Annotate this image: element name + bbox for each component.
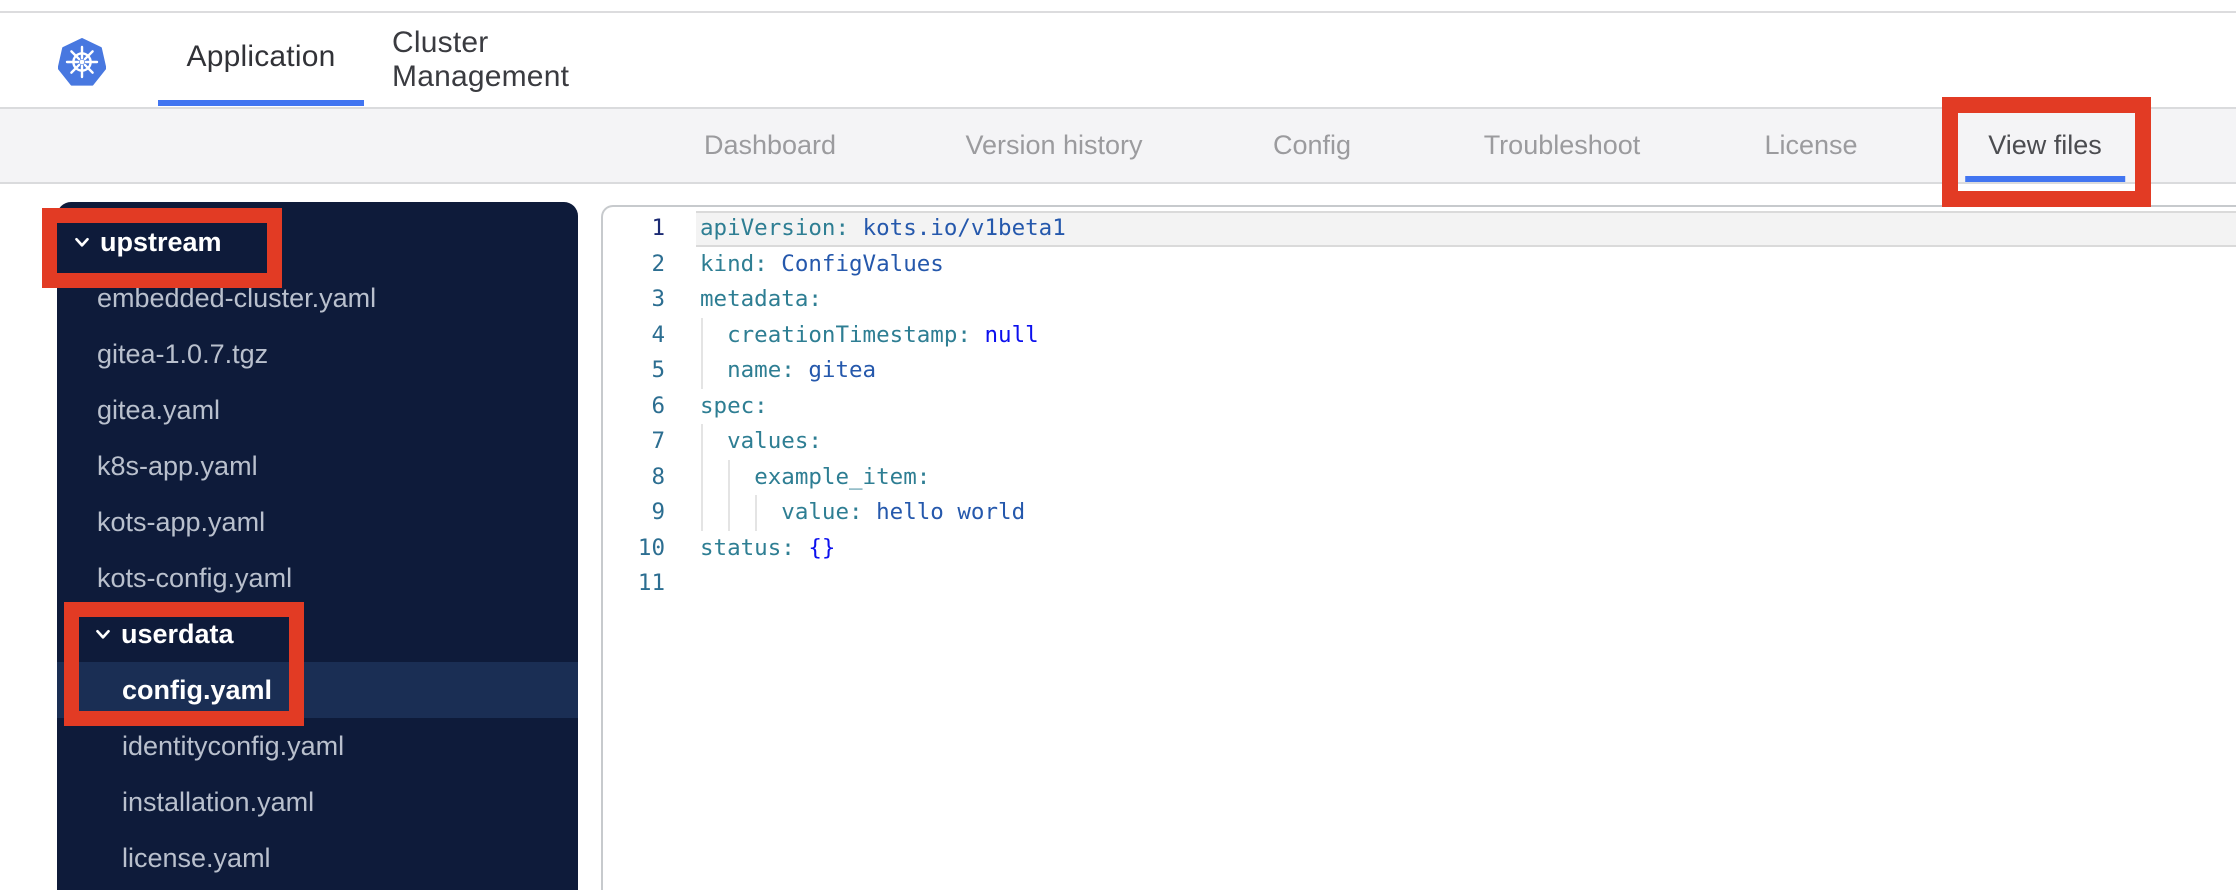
code-line-5[interactable]: 5 name: gitea xyxy=(603,353,2236,389)
code-text: metadata: xyxy=(700,286,822,312)
tree-item-config-yaml[interactable]: config.yaml xyxy=(57,662,578,718)
code-line-3[interactable]: 3 metadata: xyxy=(603,282,2236,318)
tree-item-userdata[interactable]: userdata xyxy=(57,606,578,662)
tree-item-kots-config-yaml[interactable]: kots-config.yaml xyxy=(57,550,578,606)
app-header: Application Cluster Management xyxy=(0,13,2236,107)
tab-cluster-management[interactable]: Cluster Management xyxy=(392,13,663,106)
tree-item-label: gitea.yaml xyxy=(97,394,221,425)
tree-item-kots-app-yaml[interactable]: kots-app.yaml xyxy=(57,494,578,550)
tree-item-installation-yaml[interactable]: installation.yaml xyxy=(57,774,578,830)
code-editor[interactable]: 1 apiVersion: kots.io/v1beta1 2 kind: Confi… xyxy=(601,205,2236,890)
nav-tab-config[interactable]: Config xyxy=(1273,109,1351,182)
tree-item-label: kots-config.yaml xyxy=(97,562,293,593)
line-number: 7 xyxy=(651,428,665,454)
app-subnav: Dashboard Version history Config Trouble… xyxy=(0,107,2236,184)
tree-item-gitea-yaml[interactable]: gitea.yaml xyxy=(57,382,578,438)
code-line-6[interactable]: 6 spec: xyxy=(603,389,2236,425)
code-text: creationTimestamp: null xyxy=(727,321,1039,348)
line-number: 4 xyxy=(651,321,665,348)
tree-item-k8s-app-yaml[interactable]: k8s-app.yaml xyxy=(57,438,578,494)
code-text: name: gitea xyxy=(727,357,877,383)
tree-item-label: embedded-cluster.yaml xyxy=(97,282,377,313)
tab-application[interactable]: Application xyxy=(158,13,364,106)
kots-admin-console: Application Cluster Management Dashboard… xyxy=(0,0,2236,890)
tree-item-label: installation.yaml xyxy=(122,786,315,817)
line-number: 3 xyxy=(651,286,665,312)
active-tab-underline xyxy=(1965,176,2125,182)
line-number: 5 xyxy=(651,357,665,383)
code-text: kind: ConfigValues xyxy=(700,250,944,277)
line-number: 8 xyxy=(651,463,665,490)
code-text: example_item: xyxy=(754,463,931,490)
line-number: 9 xyxy=(651,499,665,525)
tree-item-upstream[interactable]: upstream xyxy=(57,214,578,270)
code-text: value: hello world xyxy=(781,499,1026,525)
tree-item-label: k8s-app.yaml xyxy=(97,450,258,481)
kubernetes-logo-icon xyxy=(58,38,106,86)
tree-item-license-yaml[interactable]: license.yaml xyxy=(57,830,578,886)
code-line-1[interactable]: 1 apiVersion: kots.io/v1beta1 xyxy=(603,211,2236,247)
code-line-10[interactable]: 10 status: {} xyxy=(603,531,2236,567)
code-line-2[interactable]: 2 kind: ConfigValues xyxy=(603,247,2236,283)
tree-item-label: gitea-1.0.7.tgz xyxy=(97,338,269,369)
code-line-9[interactable]: 9 value: hello world xyxy=(603,495,2236,531)
nav-tab-license[interactable]: License xyxy=(1764,109,1857,182)
nav-tab-troubleshoot[interactable]: Troubleshoot xyxy=(1484,109,1641,182)
tree-item-label: kots-app.yaml xyxy=(97,506,266,537)
line-number: 10 xyxy=(637,534,665,561)
code-line-8[interactable]: 8 example_item: xyxy=(603,459,2236,495)
line-number: 2 xyxy=(651,250,665,277)
chevron-down-icon xyxy=(92,623,114,645)
tree-item-label: upstream xyxy=(100,226,222,257)
line-number: 6 xyxy=(651,392,665,419)
code-line-4[interactable]: 4 creationTimestamp: null xyxy=(603,317,2236,353)
code-line-11[interactable]: 11 xyxy=(603,566,2236,602)
nav-tab-view-files[interactable]: View files xyxy=(1965,109,2125,182)
chevron-down-icon xyxy=(71,231,93,253)
tree-item-label: license.yaml xyxy=(122,842,271,873)
file-tree: upstream embedded-cluster.yaml gitea-1.0.7… xyxy=(57,202,578,890)
code-text: spec: xyxy=(700,392,768,419)
tree-item-label: identityconfig.yaml xyxy=(122,730,345,761)
tree-item-gitea-1-0-7-tgz[interactable]: gitea-1.0.7.tgz xyxy=(57,326,578,382)
code-text: values: xyxy=(727,428,822,454)
code-line-7[interactable]: 7 values: xyxy=(603,424,2236,460)
line-number: 11 xyxy=(637,570,665,596)
code-text: apiVersion: kots.io/v1beta1 xyxy=(700,215,1066,241)
tree-item-embedded-cluster-yaml[interactable]: embedded-cluster.yaml xyxy=(57,270,578,326)
tree-item-label: userdata xyxy=(121,618,234,649)
nav-tab-version-history[interactable]: Version history xyxy=(965,109,1142,182)
nav-tab-dashboard[interactable]: Dashboard xyxy=(704,109,836,182)
line-number: 1 xyxy=(651,215,665,241)
nav-tab-view-files-label: View files xyxy=(1988,130,2102,160)
tree-item-label: config.yaml xyxy=(122,674,273,705)
tree-item-identityconfig-yaml[interactable]: identityconfig.yaml xyxy=(57,718,578,774)
code-text: status: {} xyxy=(700,534,836,561)
